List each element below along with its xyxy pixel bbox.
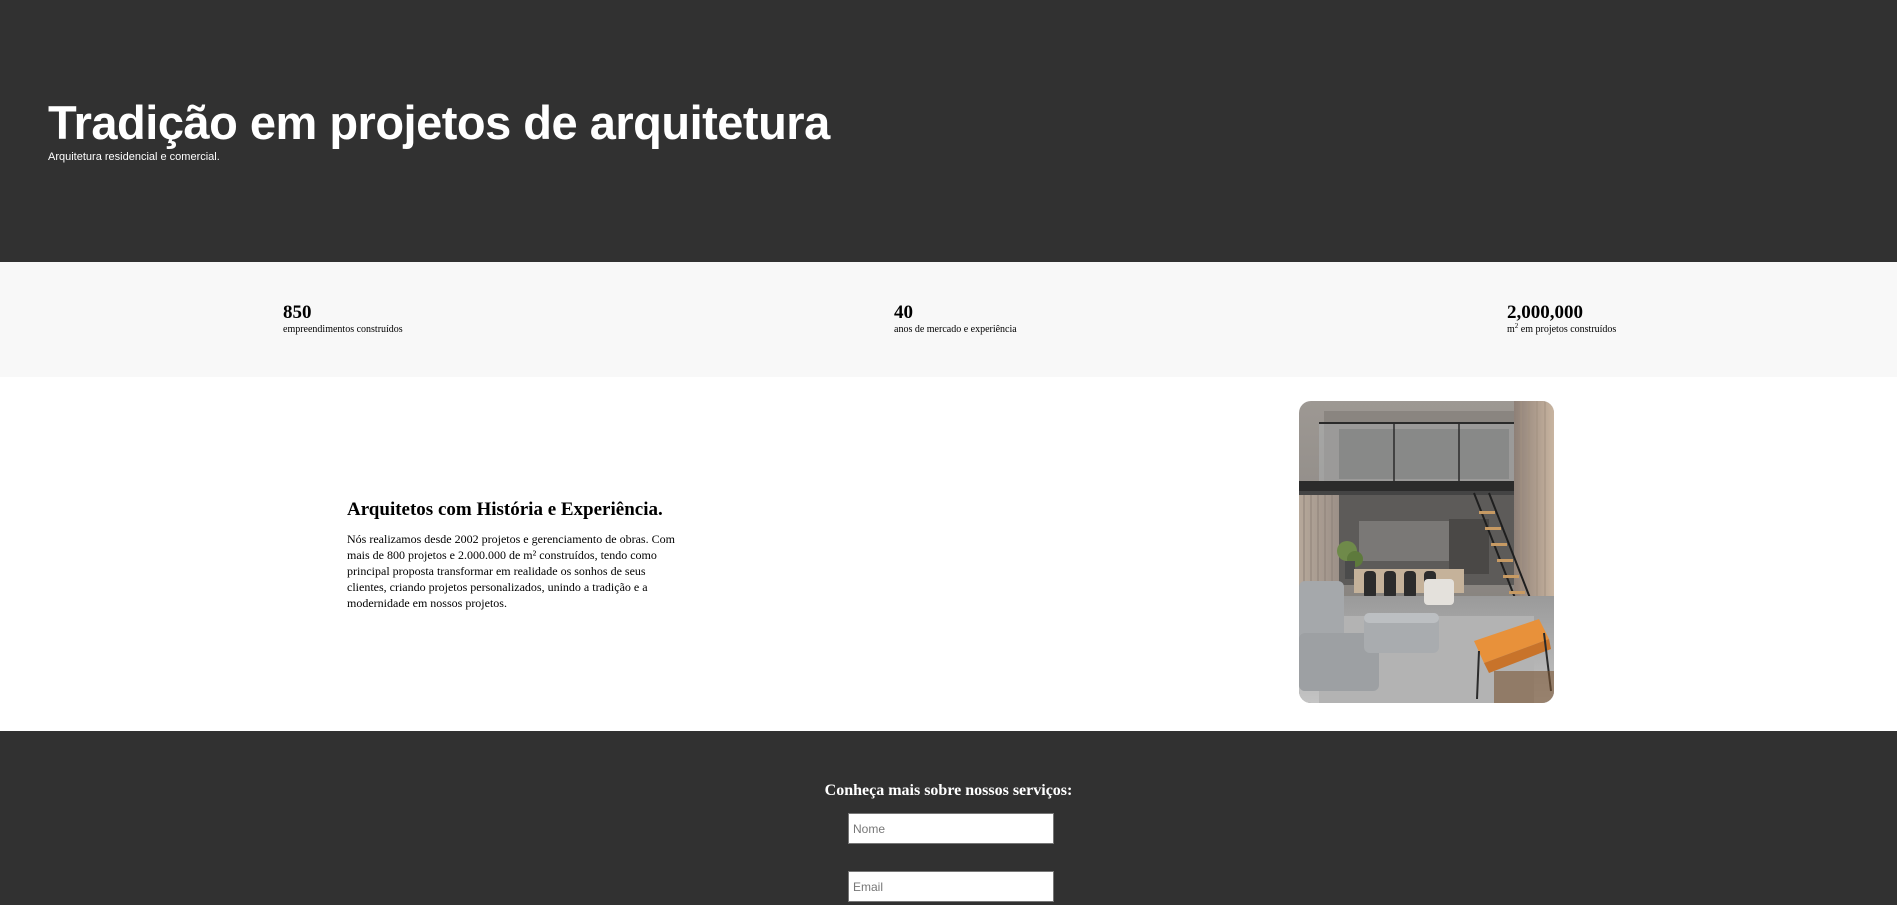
stat-label: empreendimentos construídos — [283, 324, 403, 335]
stat-number: 40 — [894, 302, 913, 323]
stat-number: 2,000,000 — [1507, 302, 1583, 323]
stat-label: anos de mercado e experiência — [894, 324, 1017, 335]
stat-projects-built: 850 empreendimentos construídos — [283, 302, 403, 336]
stat-number: 850 — [283, 302, 312, 323]
about-text: Nós realizamos desde 2002 projetos e ger… — [347, 532, 675, 610]
about-section: Arquitetos com História e Experiência. N… — [0, 377, 1897, 731]
about-title: Arquitetos com História e Experiência. — [347, 499, 663, 520]
stat-label: m2 em projetos construídos — [1507, 323, 1617, 336]
stats-section: 850 empreendimentos construídos 40 anos … — [0, 262, 1897, 377]
stat-years-experience: 40 anos de mercado e experiência — [894, 302, 1017, 336]
email-field[interactable] — [848, 871, 1054, 902]
stat-label-unit: m — [1507, 324, 1515, 335]
hero-section: Tradição em projetos de arquitetura Arqu… — [0, 0, 1897, 262]
name-field[interactable] — [848, 813, 1054, 844]
hero-title: Tradição em projetos de arquitetura — [48, 96, 830, 149]
stat-label-text: em projetos construídos — [1518, 324, 1617, 335]
loft-interior-photo — [1299, 401, 1554, 703]
contact-title: Conheça mais sobre nossos serviços: — [824, 782, 1073, 799]
contact-section: Conheça mais sobre nossos serviços: — [0, 731, 1897, 905]
stat-square-meters: 2,000,000 m2 em projetos construídos — [1507, 302, 1616, 336]
hero-subtitle: Arquitetura residencial e comercial. — [48, 151, 220, 163]
